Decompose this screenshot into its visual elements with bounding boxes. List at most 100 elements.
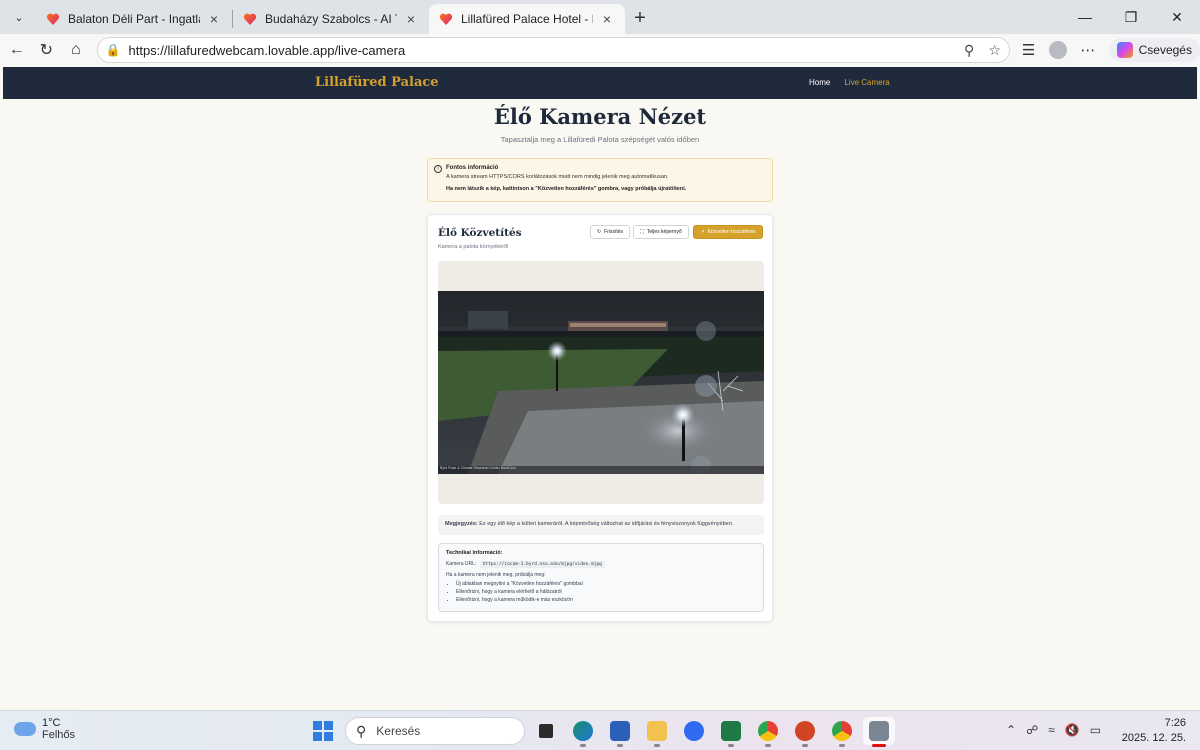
lovable-heart-icon: [243, 13, 257, 25]
clock-date: 2025. 12. 25.: [1121, 732, 1186, 744]
camera-caption: Byrd Polar & Climate Research Center Bur…: [440, 466, 516, 470]
close-tab-icon[interactable]: ×: [403, 11, 419, 27]
info-line-1: A kamera stream HTTPS/CORS korlátozások …: [446, 174, 669, 180]
taskbar-search[interactable]: ⚲ Keresés: [345, 717, 525, 745]
tech-url-label: Kamera URL:: [446, 561, 477, 567]
page-subtitle: Tapasztalja meg a Lillafüredi Palota szé…: [500, 135, 700, 144]
info-line-2: Ha nem látszik a kép, kattintson a "Közv…: [446, 186, 687, 192]
copilot-icon: [1116, 42, 1133, 58]
refresh-icon: ↻: [596, 229, 602, 235]
site-info-lock-icon[interactable]: 🔒: [106, 43, 121, 57]
browser-tab-1[interactable]: Balaton Déli Part - Ingatlanfejlesztés ×: [36, 4, 232, 34]
close-window-icon[interactable]: ✕: [1154, 0, 1200, 34]
note-label: Megjegyzés:: [445, 521, 478, 527]
tab-title: Budaházy Szabolcs - AI Tanácsadó: [265, 12, 397, 26]
weather-temp: 1°C: [42, 717, 61, 729]
windows-start-icon[interactable]: [313, 721, 333, 741]
system-tray: ⌃ ☍ ≈ 🔇 ▭: [1006, 723, 1101, 737]
note-text: Ez egy élő kép a külteri kameráról. A ké…: [479, 521, 734, 527]
word-icon[interactable]: [604, 717, 636, 747]
volume-muted-icon[interactable]: 🔇: [1065, 723, 1080, 737]
profile-icon[interactable]: [1049, 41, 1068, 59]
chrome-icon[interactable]: [752, 717, 784, 747]
lovable-heart-icon: [46, 13, 60, 25]
nav-live-camera-link[interactable]: Live Camera: [844, 78, 889, 87]
minimize-icon[interactable]: —: [1062, 0, 1108, 34]
nav-home-link[interactable]: Home: [809, 78, 830, 87]
window-controls: — ❐ ✕: [1062, 0, 1200, 34]
live-camera-card: Élő Közvetítés Kamera a palota környékér…: [427, 214, 773, 622]
excel-icon[interactable]: [715, 717, 747, 747]
tab-actions-chevron-icon[interactable]: ⌄: [4, 4, 34, 30]
url-text[interactable]: https://lillafuredwebcam.lovable.app/liv…: [129, 43, 951, 58]
taskbar-clock[interactable]: 7:26 2025. 12. 25.: [1122, 716, 1186, 746]
powerpoint-icon[interactable]: [789, 717, 821, 747]
edge-icon[interactable]: [567, 717, 599, 747]
tab-title: Balaton Déli Part - Ingatlanfejlesztés: [68, 12, 200, 26]
direct-access-button[interactable]: ↗ Közvetlen hozzáférés: [693, 225, 763, 239]
refresh-icon[interactable]: ↻: [32, 36, 62, 64]
camera-card-subtitle: Kamera a palota környékéről: [438, 244, 509, 250]
site-nav: Home Live Camera: [809, 78, 890, 87]
direct-access-label: Közvetlen hozzáférés: [707, 229, 756, 235]
favorite-star-icon[interactable]: ☆: [988, 42, 1001, 59]
close-tab-icon[interactable]: ×: [599, 11, 615, 27]
external-link-icon: ↗: [700, 229, 705, 235]
camera-frame: Byrd Polar & Climate Research Center Bur…: [438, 261, 764, 504]
battery-icon[interactable]: ▭: [1090, 723, 1101, 737]
fullscreen-label: Teljes képernyő: [646, 229, 682, 235]
camera-card-title: Élő Közvetítés: [438, 227, 522, 239]
tech-url-row: Kamera URL: https://iocam-1.byrd.osu.edu…: [446, 561, 756, 568]
home-icon[interactable]: ⌂: [61, 36, 91, 64]
taskbar-apps: [530, 717, 895, 747]
tech-list: Új ablakban megnyitni a "Közvetlen hozzá…: [446, 581, 756, 603]
back-icon[interactable]: ←: [2, 36, 32, 64]
site-logo[interactable]: Lillafüred Palace: [315, 75, 439, 90]
browser-tab-2[interactable]: Budaházy Szabolcs - AI Tanácsadó ×: [233, 4, 429, 34]
weather-widget[interactable]: 1°C Felhős: [14, 717, 75, 741]
cloud-icon: [14, 722, 36, 736]
technical-info-box: Technikai információ: Kamera URL: https:…: [438, 543, 764, 612]
address-bar[interactable]: 🔒 https://lillafuredwebcam.lovable.app/l…: [96, 37, 1010, 63]
camera-stream-image[interactable]: [438, 291, 764, 474]
info-heading: Fontos információ: [446, 165, 499, 171]
windows-taskbar: 1°C Felhős ⚲ Keresés ⌃ ☍ ≈ 🔇 ▭ 7:26 2025…: [0, 710, 1200, 750]
tech-url-value: https://iocam-1.byrd.osu.edu/mjpg/video.…: [479, 561, 605, 568]
weather-desc: Felhős: [42, 729, 76, 741]
info-alert: i Fontos információ A kamera stream HTTP…: [427, 158, 773, 202]
refresh-button[interactable]: ↻ Frissítés: [590, 225, 630, 239]
wifi-icon[interactable]: ≈: [1048, 723, 1055, 737]
tab-title: Lillafüred Palace Hotel - Luxury Hotel: [461, 12, 593, 26]
file-explorer-icon[interactable]: [641, 717, 673, 747]
tech-list-item: Új ablakban megnyitni a "Közvetlen hozzá…: [456, 581, 756, 587]
task-view-icon[interactable]: [530, 717, 562, 745]
copilot-label: Csevegés: [1138, 43, 1192, 57]
copilot-button[interactable]: Csevegés: [1108, 38, 1200, 62]
fullscreen-button[interactable]: ⛶ Teljes képernyő: [633, 225, 689, 239]
lovable-heart-icon: [439, 13, 453, 25]
browser-tab-strip: ⌄ Balaton Déli Part - Ingatlanfejlesztés…: [0, 0, 1200, 34]
browser-tab-3-active[interactable]: Lillafüred Palace Hotel - Luxury Hotel ×: [429, 4, 625, 34]
new-tab-plus-icon[interactable]: +: [625, 4, 655, 32]
tech-heading: Technikai információ:: [446, 550, 503, 556]
tech-list-item: Ellenőrizni, hogy a kamera elérhető a há…: [456, 589, 756, 595]
note-box: Megjegyzés: Ez egy élő kép a külteri kam…: [438, 515, 764, 535]
network-settings-icon[interactable]: ☍: [1026, 723, 1038, 737]
chrome-profile-icon[interactable]: [826, 717, 858, 747]
more-icon[interactable]: ⋯: [1073, 41, 1103, 59]
close-tab-icon[interactable]: ×: [206, 11, 222, 27]
favorites-icon[interactable]: ☰: [1014, 41, 1044, 59]
tray-chevron-up-icon[interactable]: ⌃: [1006, 723, 1016, 737]
fullscreen-icon: ⛶: [640, 229, 644, 235]
refresh-label: Frissítés: [604, 229, 624, 235]
restore-icon[interactable]: ❐: [1108, 0, 1154, 34]
messenger-icon[interactable]: [678, 717, 710, 745]
zoom-icon[interactable]: ⚲: [964, 42, 974, 59]
info-icon: i: [434, 165, 442, 173]
address-bar-row: ← ↻ ⌂ 🔒 https://lillafuredwebcam.lovable…: [0, 34, 1200, 66]
site-header: Lillafüred Palace Home Live Camera: [3, 67, 1197, 99]
clock-time: 7:26: [1164, 717, 1186, 729]
calculator-icon[interactable]: [863, 717, 895, 747]
search-placeholder: Keresés: [376, 724, 421, 738]
search-icon: ⚲: [356, 722, 367, 739]
